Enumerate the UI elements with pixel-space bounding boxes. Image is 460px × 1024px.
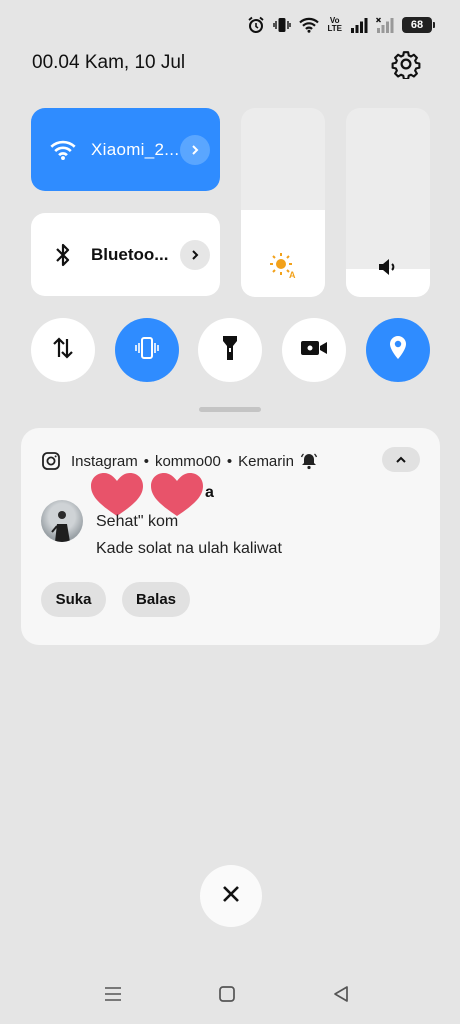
instagram-icon bbox=[41, 451, 61, 471]
volte-icon: Vo LTE bbox=[327, 16, 342, 33]
close-icon bbox=[221, 884, 241, 909]
collapse-button[interactable] bbox=[382, 447, 420, 472]
speaker-icon bbox=[346, 255, 430, 279]
notification-account: kommo00 bbox=[154, 452, 221, 470]
home-nav-button[interactable] bbox=[212, 984, 242, 1008]
chevron-right-icon[interactable] bbox=[180, 239, 210, 270]
alarm-icon bbox=[247, 16, 265, 34]
wifi-icon bbox=[49, 136, 77, 164]
gear-icon[interactable] bbox=[390, 48, 422, 80]
drag-handle[interactable] bbox=[199, 407, 261, 412]
vibrate-toggle[interactable] bbox=[115, 318, 179, 382]
location-pin-icon bbox=[386, 334, 410, 367]
avatar bbox=[41, 500, 83, 542]
flashlight-icon bbox=[219, 334, 241, 367]
volume-slider[interactable] bbox=[346, 108, 430, 297]
location-toggle[interactable] bbox=[366, 318, 430, 382]
video-camera-icon bbox=[299, 337, 329, 364]
vibrate-icon bbox=[273, 16, 292, 34]
date-time: 00.04 Kam, 10 Jul bbox=[32, 52, 186, 73]
signal-noservice-icon bbox=[376, 17, 394, 33]
flashlight-toggle[interactable] bbox=[198, 318, 262, 382]
notification-time: Kemarin bbox=[238, 452, 294, 470]
square-home-icon bbox=[218, 985, 236, 1008]
mobile-data-toggle[interactable] bbox=[31, 318, 95, 382]
like-button[interactable]: Suka bbox=[41, 582, 106, 617]
bell-alert-icon bbox=[300, 452, 318, 470]
separator-dot: • bbox=[143, 452, 149, 470]
svg-text:A: A bbox=[289, 270, 296, 279]
signal-icon bbox=[350, 17, 368, 33]
notification-shade: Vo LTE 68 00.04 Kam, 10 Jul Xiaomi_2... … bbox=[0, 0, 460, 1024]
wifi-tile[interactable]: Xiaomi_2... bbox=[31, 108, 220, 191]
bluetooth-tile[interactable]: Bluetoo... bbox=[31, 213, 220, 296]
brightness-slider[interactable]: A bbox=[241, 108, 325, 297]
notification-card[interactable]: Instagram • kommo00 • Kemarin a Sehat" k… bbox=[21, 428, 440, 645]
wifi-icon bbox=[299, 17, 320, 33]
chevron-right-icon[interactable] bbox=[180, 134, 210, 165]
screen-record-toggle[interactable] bbox=[282, 318, 346, 382]
status-bar: Vo LTE 68 bbox=[247, 14, 435, 36]
data-arrows-icon bbox=[50, 335, 76, 366]
message-line: Sehat" kom bbox=[96, 513, 179, 530]
back-nav-button[interactable] bbox=[326, 984, 356, 1008]
message-line: Kade solat na ulah kaliwat bbox=[96, 540, 282, 557]
bluetooth-icon bbox=[49, 241, 77, 269]
menu-icon bbox=[103, 986, 123, 1007]
triangle-back-icon bbox=[332, 985, 350, 1008]
reply-button[interactable]: Balas bbox=[122, 582, 190, 617]
bluetooth-label: Bluetoo... bbox=[91, 244, 169, 264]
notification-app-name: Instagram bbox=[71, 452, 138, 470]
menu-nav-button[interactable] bbox=[98, 984, 128, 1008]
brightness-auto-icon: A bbox=[241, 251, 325, 279]
vibrate-icon bbox=[133, 334, 161, 367]
notification-header: Instagram • kommo00 • Kemarin bbox=[41, 447, 420, 472]
clear-all-button[interactable] bbox=[200, 865, 262, 927]
wifi-network-name: Xiaomi_2... bbox=[91, 139, 180, 159]
separator-dot: • bbox=[226, 452, 233, 470]
battery-indicator: 68 bbox=[402, 17, 435, 33]
